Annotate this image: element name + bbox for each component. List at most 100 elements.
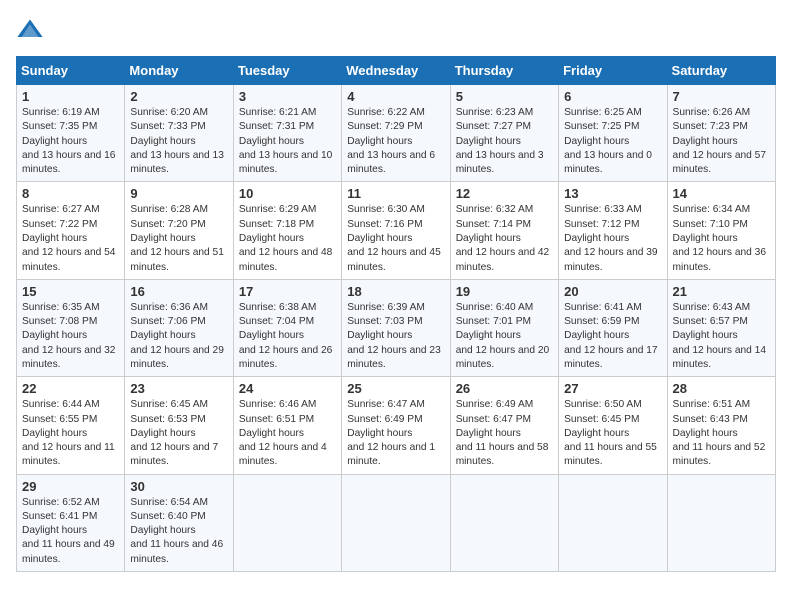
calendar-week-row: 22 Sunrise: 6:44 AMSunset: 6:55 PMDaylig… [17, 377, 776, 474]
calendar-cell [450, 474, 558, 571]
calendar-cell: 21 Sunrise: 6:43 AMSunset: 6:57 PMDaylig… [667, 279, 775, 376]
day-number: 29 [22, 479, 119, 494]
day-number: 26 [456, 381, 553, 396]
calendar-week-row: 1 Sunrise: 6:19 AMSunset: 7:35 PMDayligh… [17, 85, 776, 182]
calendar-week-row: 8 Sunrise: 6:27 AMSunset: 7:22 PMDayligh… [17, 182, 776, 279]
logo-icon [16, 16, 44, 44]
cell-detail: Sunrise: 6:45 AMSunset: 6:53 PMDaylight … [130, 399, 218, 467]
cell-detail: Sunrise: 6:51 AMSunset: 6:43 PMDaylight … [673, 399, 766, 467]
calendar-week-row: 29 Sunrise: 6:52 AMSunset: 6:41 PMDaylig… [17, 474, 776, 571]
day-number: 4 [347, 89, 444, 104]
calendar-cell: 28 Sunrise: 6:51 AMSunset: 6:43 PMDaylig… [667, 377, 775, 474]
cell-detail: Sunrise: 6:22 AMSunset: 7:29 PMDaylight … [347, 107, 435, 175]
day-number: 28 [673, 381, 770, 396]
cell-detail: Sunrise: 6:47 AMSunset: 6:49 PMDaylight … [347, 399, 435, 467]
day-number: 25 [347, 381, 444, 396]
calendar-cell: 26 Sunrise: 6:49 AMSunset: 6:47 PMDaylig… [450, 377, 558, 474]
calendar-cell: 25 Sunrise: 6:47 AMSunset: 6:49 PMDaylig… [342, 377, 450, 474]
calendar-cell: 20 Sunrise: 6:41 AMSunset: 6:59 PMDaylig… [559, 279, 667, 376]
calendar-cell: 16 Sunrise: 6:36 AMSunset: 7:06 PMDaylig… [125, 279, 233, 376]
day-number: 6 [564, 89, 661, 104]
calendar-cell: 19 Sunrise: 6:40 AMSunset: 7:01 PMDaylig… [450, 279, 558, 376]
cell-detail: Sunrise: 6:36 AMSunset: 7:06 PMDaylight … [130, 302, 223, 370]
day-header-monday: Monday [125, 57, 233, 85]
day-header-friday: Friday [559, 57, 667, 85]
cell-detail: Sunrise: 6:25 AMSunset: 7:25 PMDaylight … [564, 107, 652, 175]
calendar-cell: 14 Sunrise: 6:34 AMSunset: 7:10 PMDaylig… [667, 182, 775, 279]
day-number: 9 [130, 186, 227, 201]
calendar-cell: 2 Sunrise: 6:20 AMSunset: 7:33 PMDayligh… [125, 85, 233, 182]
calendar-cell [667, 474, 775, 571]
cell-detail: Sunrise: 6:39 AMSunset: 7:03 PMDaylight … [347, 302, 440, 370]
calendar-cell: 8 Sunrise: 6:27 AMSunset: 7:22 PMDayligh… [17, 182, 125, 279]
calendar-cell: 10 Sunrise: 6:29 AMSunset: 7:18 PMDaylig… [233, 182, 341, 279]
day-header-sunday: Sunday [17, 57, 125, 85]
day-number: 27 [564, 381, 661, 396]
calendar-cell: 11 Sunrise: 6:30 AMSunset: 7:16 PMDaylig… [342, 182, 450, 279]
calendar-cell: 3 Sunrise: 6:21 AMSunset: 7:31 PMDayligh… [233, 85, 341, 182]
day-number: 15 [22, 284, 119, 299]
day-number: 5 [456, 89, 553, 104]
cell-detail: Sunrise: 6:50 AMSunset: 6:45 PMDaylight … [564, 399, 657, 467]
day-number: 10 [239, 186, 336, 201]
cell-detail: Sunrise: 6:49 AMSunset: 6:47 PMDaylight … [456, 399, 549, 467]
calendar-cell: 22 Sunrise: 6:44 AMSunset: 6:55 PMDaylig… [17, 377, 125, 474]
day-number: 30 [130, 479, 227, 494]
cell-detail: Sunrise: 6:23 AMSunset: 7:27 PMDaylight … [456, 107, 544, 175]
day-number: 20 [564, 284, 661, 299]
day-number: 22 [22, 381, 119, 396]
calendar-header-row: SundayMondayTuesdayWednesdayThursdayFrid… [17, 57, 776, 85]
calendar-cell: 18 Sunrise: 6:39 AMSunset: 7:03 PMDaylig… [342, 279, 450, 376]
cell-detail: Sunrise: 6:30 AMSunset: 7:16 PMDaylight … [347, 204, 440, 272]
day-header-thursday: Thursday [450, 57, 558, 85]
logo [16, 16, 48, 44]
day-header-saturday: Saturday [667, 57, 775, 85]
calendar-cell: 27 Sunrise: 6:50 AMSunset: 6:45 PMDaylig… [559, 377, 667, 474]
calendar-cell: 4 Sunrise: 6:22 AMSunset: 7:29 PMDayligh… [342, 85, 450, 182]
day-number: 18 [347, 284, 444, 299]
cell-detail: Sunrise: 6:44 AMSunset: 6:55 PMDaylight … [22, 399, 115, 467]
day-number: 21 [673, 284, 770, 299]
calendar-cell: 1 Sunrise: 6:19 AMSunset: 7:35 PMDayligh… [17, 85, 125, 182]
page-header [16, 16, 776, 44]
cell-detail: Sunrise: 6:21 AMSunset: 7:31 PMDaylight … [239, 107, 332, 175]
calendar-cell: 9 Sunrise: 6:28 AMSunset: 7:20 PMDayligh… [125, 182, 233, 279]
calendar-cell: 12 Sunrise: 6:32 AMSunset: 7:14 PMDaylig… [450, 182, 558, 279]
calendar-cell: 13 Sunrise: 6:33 AMSunset: 7:12 PMDaylig… [559, 182, 667, 279]
calendar-cell: 23 Sunrise: 6:45 AMSunset: 6:53 PMDaylig… [125, 377, 233, 474]
cell-detail: Sunrise: 6:34 AMSunset: 7:10 PMDaylight … [673, 204, 766, 272]
day-number: 13 [564, 186, 661, 201]
cell-detail: Sunrise: 6:27 AMSunset: 7:22 PMDaylight … [22, 204, 115, 272]
calendar-week-row: 15 Sunrise: 6:35 AMSunset: 7:08 PMDaylig… [17, 279, 776, 376]
calendar-cell [233, 474, 341, 571]
day-number: 2 [130, 89, 227, 104]
cell-detail: Sunrise: 6:33 AMSunset: 7:12 PMDaylight … [564, 204, 657, 272]
calendar-cell [559, 474, 667, 571]
cell-detail: Sunrise: 6:38 AMSunset: 7:04 PMDaylight … [239, 302, 332, 370]
day-header-wednesday: Wednesday [342, 57, 450, 85]
day-number: 16 [130, 284, 227, 299]
cell-detail: Sunrise: 6:28 AMSunset: 7:20 PMDaylight … [130, 204, 223, 272]
cell-detail: Sunrise: 6:26 AMSunset: 7:23 PMDaylight … [673, 107, 766, 175]
cell-detail: Sunrise: 6:19 AMSunset: 7:35 PMDaylight … [22, 107, 115, 175]
calendar-cell: 30 Sunrise: 6:54 AMSunset: 6:40 PMDaylig… [125, 474, 233, 571]
cell-detail: Sunrise: 6:52 AMSunset: 6:41 PMDaylight … [22, 497, 115, 565]
day-number: 24 [239, 381, 336, 396]
cell-detail: Sunrise: 6:29 AMSunset: 7:18 PMDaylight … [239, 204, 332, 272]
cell-detail: Sunrise: 6:40 AMSunset: 7:01 PMDaylight … [456, 302, 549, 370]
cell-detail: Sunrise: 6:54 AMSunset: 6:40 PMDaylight … [130, 497, 223, 565]
day-number: 7 [673, 89, 770, 104]
day-number: 17 [239, 284, 336, 299]
calendar-cell: 24 Sunrise: 6:46 AMSunset: 6:51 PMDaylig… [233, 377, 341, 474]
day-number: 19 [456, 284, 553, 299]
day-number: 12 [456, 186, 553, 201]
cell-detail: Sunrise: 6:35 AMSunset: 7:08 PMDaylight … [22, 302, 115, 370]
day-number: 23 [130, 381, 227, 396]
calendar-cell: 17 Sunrise: 6:38 AMSunset: 7:04 PMDaylig… [233, 279, 341, 376]
calendar-cell [342, 474, 450, 571]
calendar-table: SundayMondayTuesdayWednesdayThursdayFrid… [16, 56, 776, 572]
cell-detail: Sunrise: 6:43 AMSunset: 6:57 PMDaylight … [673, 302, 766, 370]
day-number: 11 [347, 186, 444, 201]
calendar-cell: 6 Sunrise: 6:25 AMSunset: 7:25 PMDayligh… [559, 85, 667, 182]
calendar-cell: 15 Sunrise: 6:35 AMSunset: 7:08 PMDaylig… [17, 279, 125, 376]
